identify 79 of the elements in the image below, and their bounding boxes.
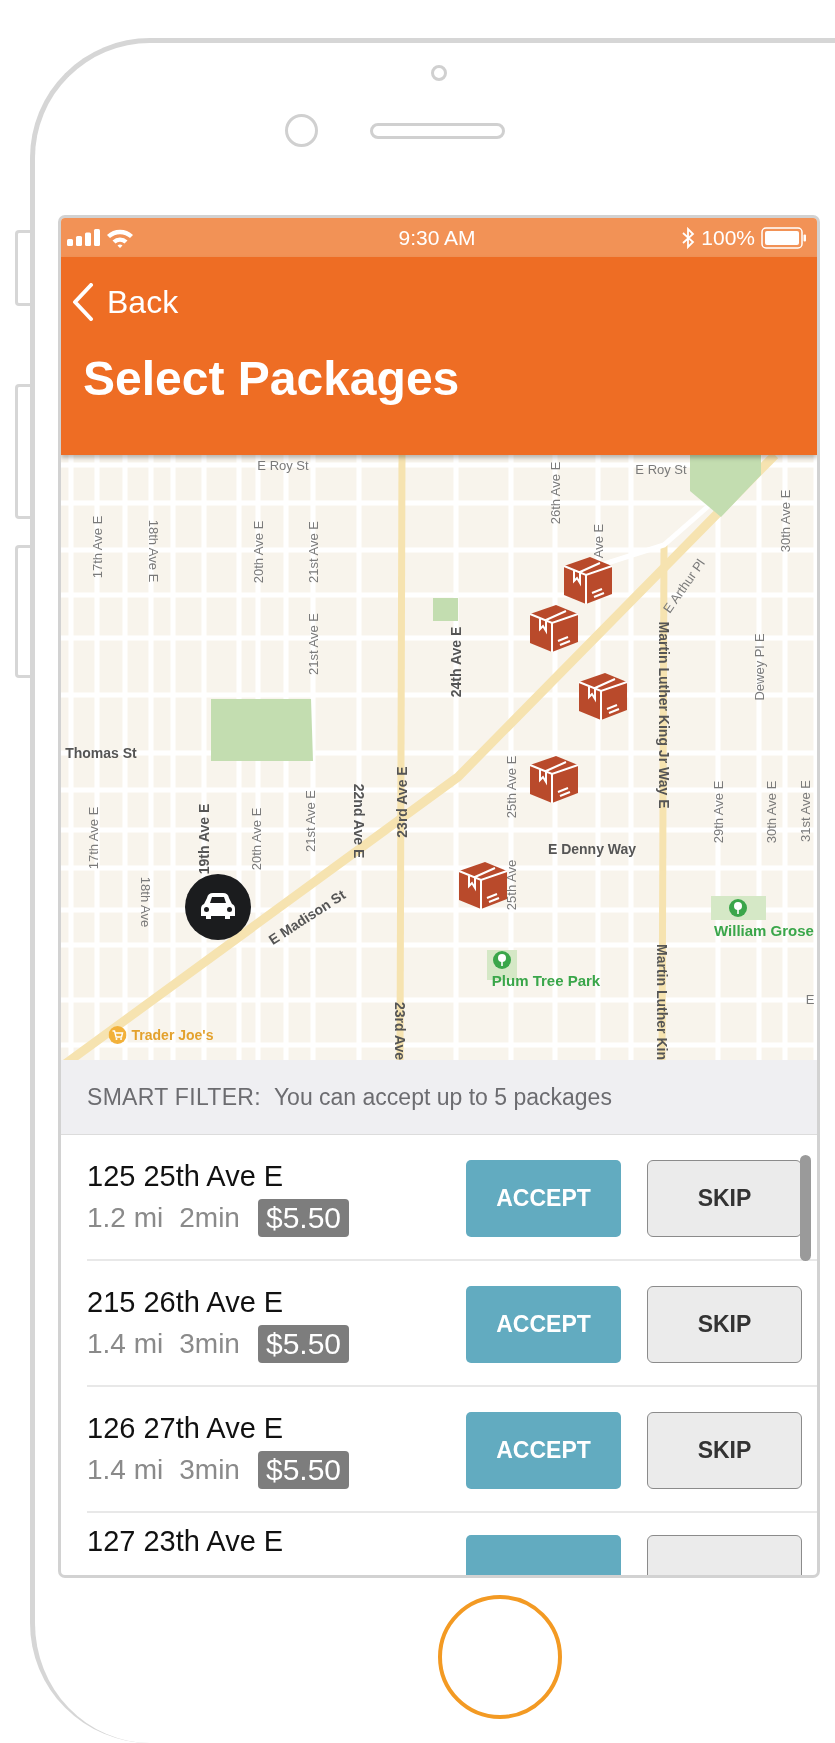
street-label: 21st Ave E — [306, 613, 320, 675]
street-label: 25th Ave E — [504, 755, 518, 819]
package-address: 125 25th Ave E — [87, 1159, 285, 1193]
skip-button[interactable]: SKIP — [647, 1411, 802, 1489]
box-icon[interactable] — [577, 670, 629, 722]
tree-icon — [493, 951, 511, 969]
front-camera — [431, 65, 447, 81]
place-label: Trader Joe's — [131, 1028, 214, 1042]
box-icon[interactable] — [528, 753, 580, 805]
street-label: E Roy St — [635, 462, 687, 476]
street-label: 19th Ave E — [197, 803, 211, 875]
box-icon[interactable] — [528, 602, 580, 654]
skip-button[interactable]: SKIP — [647, 1285, 802, 1363]
package-time: 2min — [179, 1201, 240, 1234]
package-address: 215 26th Ave E — [87, 1285, 285, 1319]
street-label: Martin Luther King Jr Way E — [657, 621, 671, 809]
street-label: Ave E — [591, 523, 605, 559]
street-label: 31st Ave E — [798, 780, 812, 842]
street-label: 30th Ave E — [764, 780, 778, 844]
street-label: 24th Ave E — [449, 626, 463, 698]
wifi-icon — [106, 227, 134, 248]
accept-button[interactable]: ACCEPT — [466, 1285, 621, 1363]
battery-icon — [761, 226, 807, 249]
street-label: 23rd Ave E — [395, 766, 409, 838]
back-button[interactable]: Back — [72, 283, 179, 321]
street-label: Thomas St — [65, 746, 137, 760]
accept-button[interactable]: ACCEPT — [466, 1159, 621, 1237]
package-address: 126 27th Ave E — [87, 1411, 285, 1445]
package-distance: 1.2 mi — [87, 1201, 164, 1234]
street-label: 29th Ave E — [711, 780, 725, 844]
shopping-cart-icon — [108, 1026, 127, 1044]
tree-icon — [729, 899, 747, 917]
street-label: Martin Luther Kin — [655, 944, 669, 1060]
scrollbar[interactable] — [800, 1155, 811, 1261]
park-label: Plum Tree Park — [491, 972, 601, 988]
status-time: 9:30 AM — [398, 225, 476, 250]
street-label: 17th Ave E — [90, 515, 104, 579]
package-address: 127 23th Ave E — [87, 1525, 285, 1558]
battery-percent: 100% — [701, 225, 755, 250]
page-title: Select Packages — [83, 353, 461, 406]
car-marker-icon[interactable] — [185, 874, 251, 940]
street-label: 20th Ave E — [251, 520, 265, 584]
filter-message: You can accept up to 5 packages — [273, 1083, 612, 1111]
price-badge: $5.50 — [257, 1198, 350, 1237]
street-label: 30th Ave E — [778, 489, 792, 553]
price-badge: $5.50 — [257, 1450, 350, 1489]
box-icon[interactable] — [457, 859, 509, 911]
chevron-icon — [72, 283, 94, 321]
street-label: E Roy St — [257, 458, 309, 472]
street-label: 21st Ave E — [306, 521, 320, 583]
package-distance: 1.4 mi — [87, 1453, 164, 1486]
price-badge: $5.50 — [257, 1324, 350, 1363]
park-label: William Grose — [714, 922, 814, 938]
street-label: E Denny Way — [547, 842, 637, 856]
package-time: 3min — [179, 1453, 240, 1486]
street-label: E — [805, 992, 815, 1006]
bluetooth-icon — [682, 226, 696, 249]
side-button[interactable] — [15, 230, 30, 306]
street-label: Dewey Pl E — [752, 633, 766, 701]
street-label: 17th Ave E — [86, 806, 100, 870]
side-button[interactable] — [15, 384, 30, 519]
street-label: 23rd Ave — [393, 1001, 407, 1060]
package-distance: 1.4 mi — [87, 1327, 164, 1360]
street-label: 18th Ave — [138, 876, 152, 928]
park-area — [433, 598, 458, 621]
accept-button[interactable]: ACCEPT — [466, 1411, 621, 1489]
filter-label: SMART FILTER: — [87, 1083, 261, 1111]
side-button[interactable] — [15, 545, 30, 678]
street-label: 21st Ave E — [303, 790, 317, 852]
skip-button[interactable]: SKIP — [647, 1159, 802, 1237]
sensor-circle — [285, 114, 318, 147]
street-label: 26th Ave E — [548, 461, 562, 525]
street-label: 22nd Ave E — [352, 783, 366, 859]
street-label: 20th Ave E — [249, 807, 263, 871]
home-button[interactable] — [438, 1595, 562, 1719]
signal-icon — [67, 229, 100, 246]
street-label: 18th Ave E — [146, 519, 160, 583]
package-time: 3min — [179, 1327, 240, 1360]
street-label: 25th Ave — [504, 859, 518, 911]
